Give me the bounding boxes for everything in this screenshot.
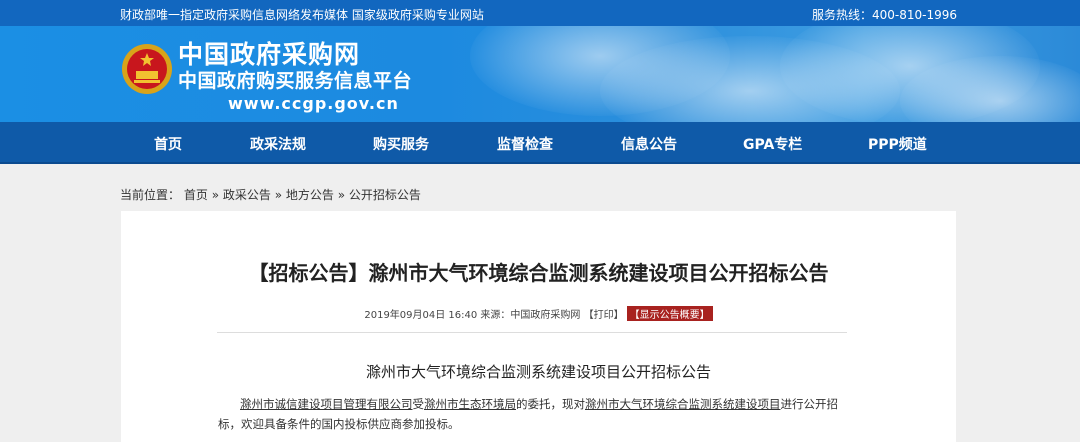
logo-subtitle: 中国政府购买服务信息平台 (178, 70, 413, 92)
top-info-bar: 财政部唯一指定政府采购信息网络发布媒体 国家级政府采购专业网站 服务热线：400… (0, 0, 1080, 26)
body-text-1: 受 (412, 397, 425, 411)
logo-title[interactable]: 中国政府采购网 (178, 41, 360, 69)
article-body: 滁州市诚信建设项目管理有限公司受滁州市生态环境局的委托，现对滁州市大气环境综合监… (218, 394, 848, 434)
nav-item-announcements[interactable]: 信息公告 (621, 134, 677, 154)
breadcrumb-separator: » (274, 188, 283, 202)
nav-item-home[interactable]: 首页 (154, 134, 182, 154)
breadcrumb-procurement-notices[interactable]: 政采公告 (223, 188, 271, 202)
breadcrumb-separator: » (211, 188, 220, 202)
breadcrumb-local-notices[interactable]: 地方公告 (286, 188, 334, 202)
nav-item-gpa[interactable]: GPA专栏 (743, 134, 802, 154)
article-meta-text: 2019年09月04日 16:40 来源：中国政府采购网 【打印】 (364, 310, 624, 321)
client-link[interactable]: 滁州市生态环境局 (424, 397, 516, 411)
national-emblem-icon[interactable] (121, 43, 173, 95)
nav-item-ppp[interactable]: PPP频道 (868, 134, 927, 154)
main-nav: 首页 政采法规 购买服务 监督检查 信息公告 GPA专栏 PPP频道 (0, 122, 1080, 164)
article-subtitle: 滁州市大气环境综合监测系统建设项目公开招标公告 (365, 363, 711, 381)
article-panel: 【招标公告】滁州市大气环境综合监测系统建设项目公开招标公告 2019年09月04… (121, 211, 956, 442)
nav-item-purchase-services[interactable]: 购买服务 (373, 134, 429, 154)
agent-link[interactable]: 滁州市诚信建设项目管理有限公司 (240, 397, 413, 411)
header-banner: 中国政府采购网 中国政府购买服务信息平台 www.ccgp.gov.cn (0, 26, 1080, 122)
service-hotline: 服务热线：400-810-1996 (811, 8, 957, 22)
breadcrumb-prefix: 当前位置： (120, 188, 181, 202)
breadcrumb-separator: » (337, 188, 346, 202)
article-title: 【招标公告】滁州市大气环境综合监测系统建设项目公开招标公告 (248, 261, 829, 285)
nav-item-regulations[interactable]: 政采法规 (250, 134, 306, 154)
project-link[interactable]: 滁州市大气环境综合监测系统建设项目 (585, 397, 781, 411)
article-meta: 2019年09月04日 16:40 来源：中国政府采购网 【打印】 【显示公告概要… (121, 306, 956, 321)
site-slogan: 财政部唯一指定政府采购信息网络发布媒体 国家级政府采购专业网站 (120, 8, 484, 22)
breadcrumb-home[interactable]: 首页 (184, 188, 208, 202)
breadcrumb-open-tender[interactable]: 公开招标公告 (349, 188, 421, 202)
show-summary-button[interactable]: 【显示公告概要】 (626, 306, 713, 321)
divider (217, 332, 847, 333)
body-text-2: 的委托，现对 (516, 397, 585, 411)
breadcrumb: 当前位置： 首页 » 政采公告 » 地方公告 » 公开招标公告 (120, 186, 421, 203)
logo-url: www.ccgp.gov.cn (228, 94, 399, 113)
nav-item-supervision[interactable]: 监督检查 (497, 134, 553, 154)
